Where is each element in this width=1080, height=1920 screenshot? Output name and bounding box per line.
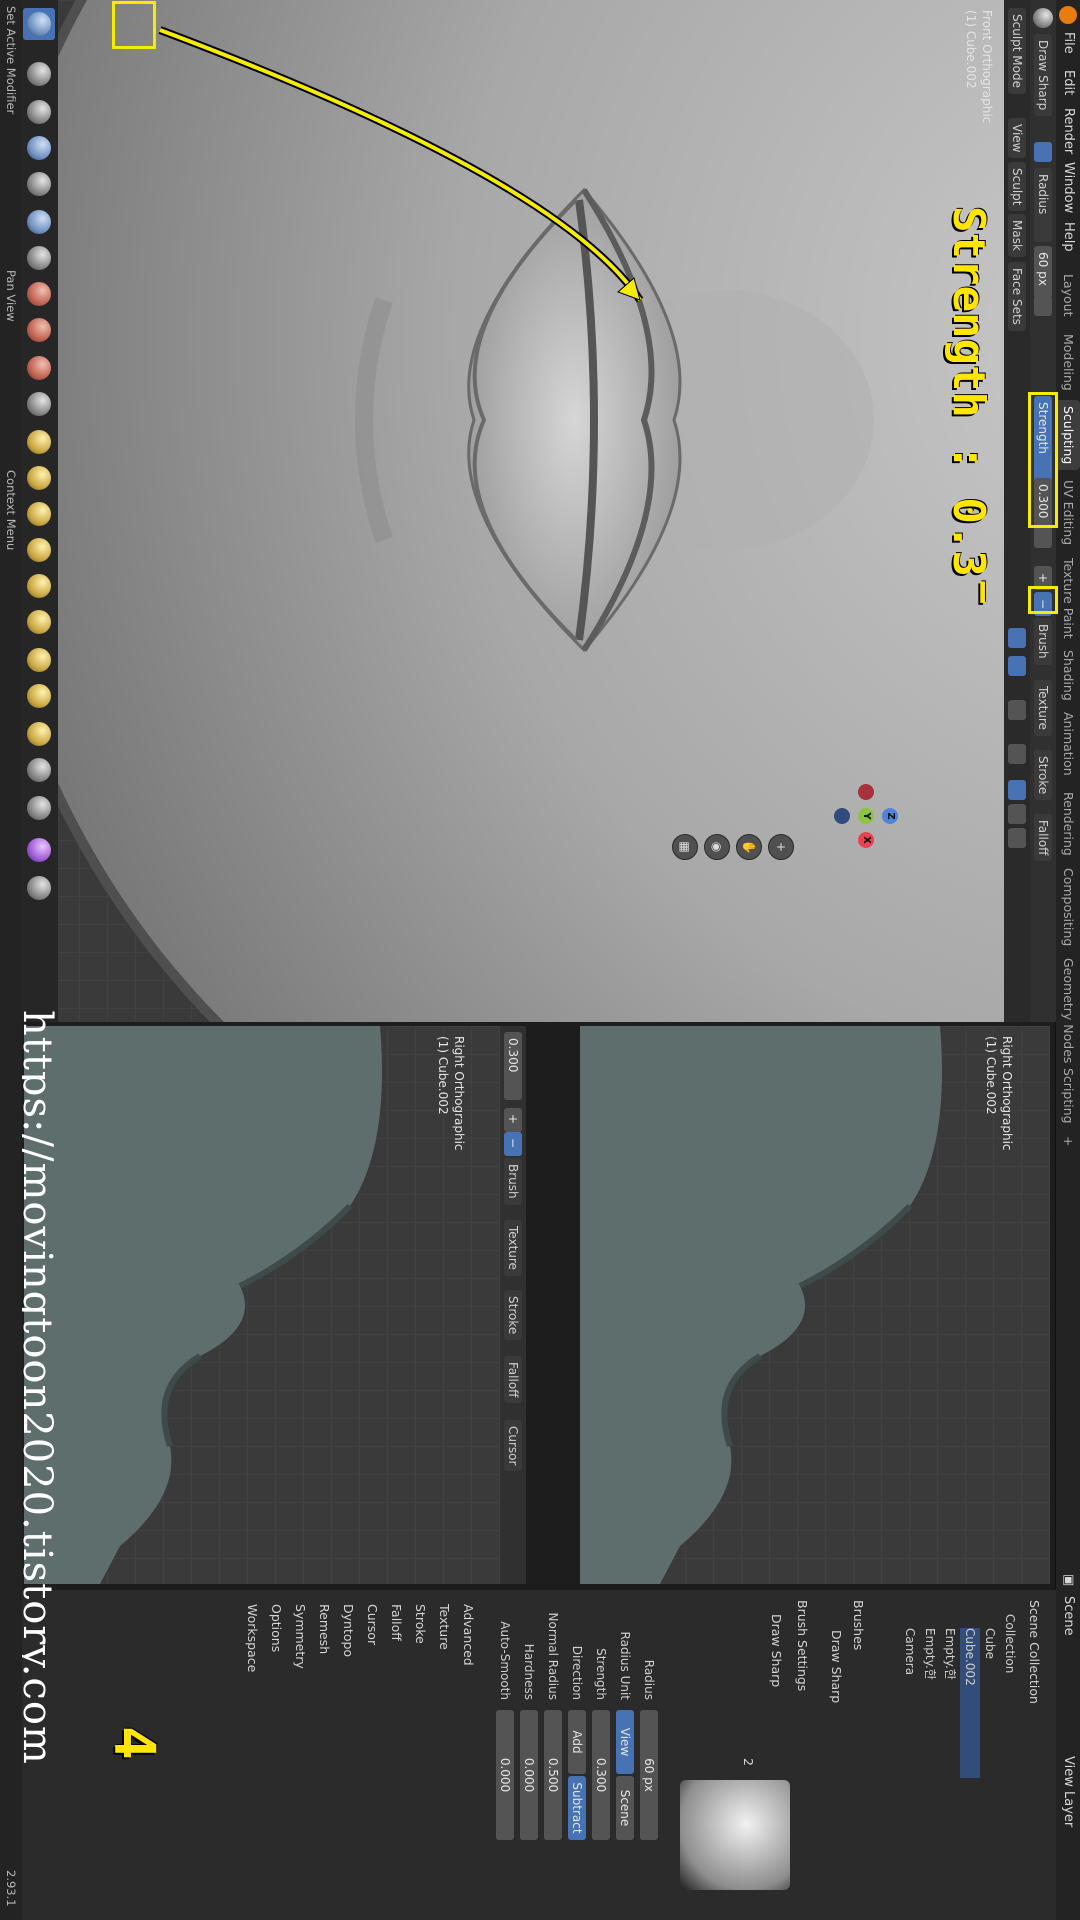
brush-settings-header[interactable]: Brush Settings: [795, 1600, 810, 1691]
direction-add-prop-button[interactable]: Add: [568, 1710, 586, 1774]
view-layer-selector[interactable]: View Layer: [1061, 1756, 1076, 1827]
rt-view-name: Right Orthographic: [452, 1036, 466, 1151]
scene-icon[interactable]: ▣: [1061, 1574, 1076, 1586]
rt-object-name: (1) Cube.002: [436, 1036, 450, 1115]
rt-subtract-button[interactable]: −: [504, 1132, 522, 1156]
section-falloff[interactable]: Falloff: [389, 1604, 404, 1641]
outliner-title: Scene Collection: [1027, 1600, 1042, 1704]
section-advanced[interactable]: Advanced: [461, 1604, 476, 1666]
brush-slot-name[interactable]: Draw Sharp: [769, 1614, 784, 1687]
status-bar: Set Active Modifier Pan View Context Men…: [0, 0, 22, 1920]
section-workspace[interactable]: Workspace: [245, 1604, 260, 1672]
tab-scripting[interactable]: Scripting: [1056, 1062, 1080, 1130]
rt-strength-field[interactable]: 0.300: [504, 1032, 522, 1086]
annotation-arrow: [158, 26, 644, 303]
brush-users-count: 2: [741, 1758, 756, 1766]
rt-brush-menu[interactable]: Brush: [504, 1158, 522, 1205]
properties-sidebar: Scene Collection Collection Cube Cube.00…: [22, 1590, 1056, 1920]
direction-subtract-prop-button[interactable]: Subtract: [568, 1776, 586, 1840]
brushes-label: Brushes: [851, 1600, 866, 1651]
radius-unit-view-button[interactable]: View: [616, 1710, 634, 1774]
auto-smooth-label: Auto-Smooth: [498, 1621, 512, 1700]
brush-preview-thumbnail[interactable]: [680, 1780, 790, 1890]
step-number-annotation: 4: [101, 1726, 166, 1760]
hardness-label: Hardness: [522, 1643, 536, 1700]
rt-cursor-menu[interactable]: Cursor: [504, 1420, 522, 1472]
brush-name[interactable]: Draw Sharp: [829, 1630, 844, 1703]
rt-profile-mesh: [24, 1026, 382, 1584]
radius-prop-field[interactable]: 60 px: [640, 1710, 658, 1840]
section-dyntopo[interactable]: Dyntopo: [341, 1604, 356, 1657]
status-middle: Pan View: [4, 270, 18, 322]
section-symmetry[interactable]: Symmetry: [293, 1604, 308, 1669]
rt-add-button[interactable]: +: [504, 1108, 522, 1132]
status-left: Set Active Modifier: [4, 6, 18, 115]
outliner-camera[interactable]: Camera: [900, 1628, 920, 1675]
right-top-viewport[interactable]: Right Orthographic (1) Cube.002: [24, 1026, 500, 1584]
rt-tool-header: 0.300 + − Brush Texture Stroke Falloff C…: [499, 1026, 526, 1584]
radius-unit-label: Radius Unit: [618, 1631, 632, 1700]
hardness-field[interactable]: 0.000: [520, 1710, 538, 1840]
strength-prop-field[interactable]: 0.300: [592, 1710, 610, 1840]
normal-radius-label: Normal Radius: [546, 1612, 560, 1700]
direction-prop-label: Direction: [570, 1645, 584, 1700]
status-version: 2.93.1: [4, 1870, 18, 1907]
rb-view-name: Right Orthographic: [1000, 1036, 1014, 1151]
section-remesh[interactable]: Remesh: [317, 1604, 332, 1654]
outliner-cube-002[interactable]: Cube.002: [960, 1628, 980, 1778]
section-stroke[interactable]: Stroke: [413, 1604, 428, 1644]
auto-smooth-field[interactable]: 0.000: [496, 1710, 514, 1840]
status-right: Context Menu: [4, 470, 18, 551]
outliner-empty-1[interactable]: Empty.한: [940, 1628, 960, 1680]
blender-window: File Edit Render Window Help Layout Mode…: [0, 0, 1080, 1920]
section-cursor[interactable]: Cursor: [365, 1604, 380, 1645]
section-texture[interactable]: Texture: [437, 1604, 452, 1650]
rt-texture-menu[interactable]: Texture: [504, 1220, 522, 1276]
radius-unit-scene-button[interactable]: Scene: [616, 1776, 634, 1840]
radius-prop-label: Radius: [642, 1659, 656, 1700]
scene-selector[interactable]: Scene: [1061, 1596, 1076, 1636]
rt-falloff-menu[interactable]: Falloff: [504, 1356, 522, 1404]
rt-strength-pressure-icon[interactable]: [504, 1080, 522, 1100]
outliner-cube[interactable]: Cube: [980, 1628, 1000, 1659]
outliner-empty-2[interactable]: Empty.한: [920, 1628, 940, 1680]
add-workspace-button[interactable]: +: [1056, 1130, 1080, 1152]
normal-radius-field[interactable]: 0.500: [544, 1710, 562, 1840]
section-options[interactable]: Options: [269, 1604, 284, 1652]
rb-object-name: (1) Cube.002: [984, 1036, 998, 1115]
rb-profile-mesh: [580, 1026, 942, 1584]
rt-stroke-menu[interactable]: Stroke: [504, 1290, 522, 1341]
outliner-collection[interactable]: Collection: [1000, 1614, 1020, 1673]
strength-prop-label: Strength: [594, 1648, 608, 1700]
right-bottom-viewport[interactable]: Right Orthographic (1) Cube.002: [580, 1026, 1050, 1584]
